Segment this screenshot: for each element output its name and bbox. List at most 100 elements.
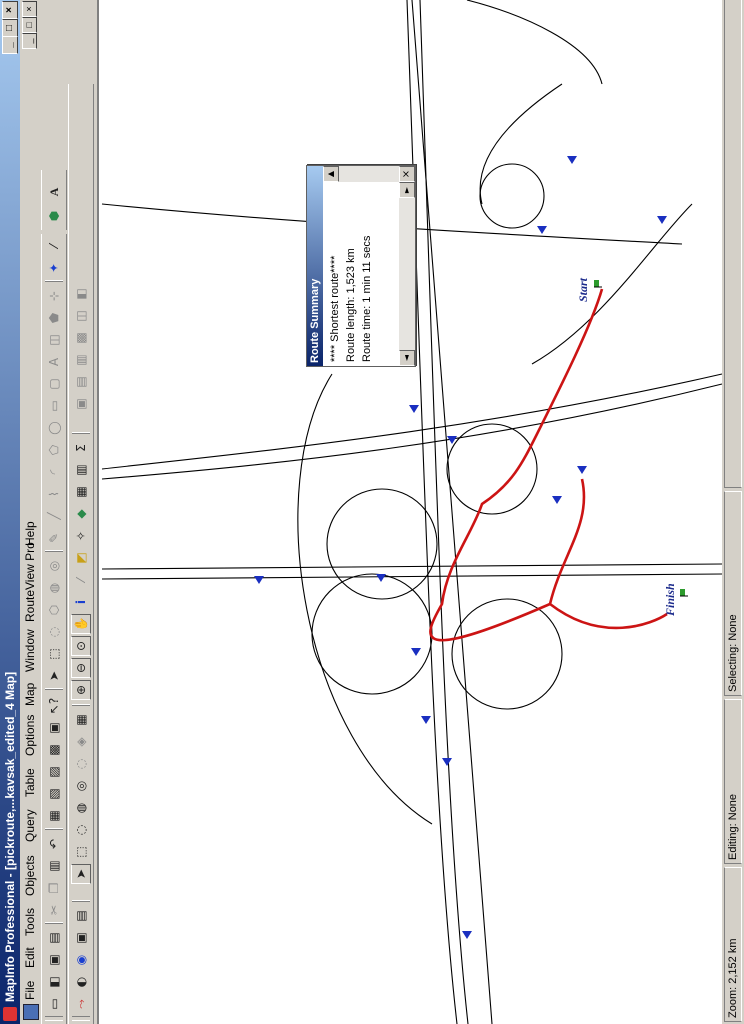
undo-icon[interactable]: ↶ [44, 834, 64, 854]
grabber-icon[interactable]: ✋ [71, 614, 91, 634]
editing-status[interactable]: Editing: None [724, 699, 742, 864]
table-view-icon[interactable]: ▣ [71, 394, 91, 414]
globe-icon[interactable]: ◉ [71, 950, 91, 970]
select-icon[interactable]: ➤ [44, 666, 64, 686]
marquee-tool-icon[interactable]: ⬚ [71, 842, 91, 862]
layers-icon[interactable]: ▣ [71, 928, 91, 948]
route-icon[interactable]: ⤳ [71, 994, 91, 1014]
radius-icon[interactable]: ◌ [44, 622, 64, 642]
scroll-left-icon[interactable]: ◄ [399, 350, 415, 366]
route-view-icon[interactable]: ◐ [71, 972, 91, 992]
boundary-icon[interactable]: ◍ [44, 578, 64, 598]
drag-icon[interactable]: ✎ [44, 528, 64, 548]
reshape-icon[interactable]: ⬟ [44, 308, 64, 328]
toolbar-grip[interactable] [72, 1016, 90, 1021]
layer-control-icon[interactable]: ◆ [71, 504, 91, 524]
maximize-button[interactable]: □ [2, 19, 18, 37]
unselect-tool-icon[interactable]: ◌ [71, 754, 91, 774]
node-tool-icon[interactable]: ◧ [71, 284, 91, 304]
route-summary-close-icon[interactable]: × [399, 166, 415, 182]
new-icon[interactable]: ▭ [44, 994, 64, 1014]
menu-tools[interactable]: Tools [23, 908, 37, 936]
save-icon[interactable]: ▣ [44, 950, 64, 970]
route-summary-hscroll[interactable]: ◄ ► [399, 182, 415, 366]
boundary-tool-icon[interactable]: ◎ [71, 776, 91, 796]
map-canvas[interactable] [99, 0, 723, 1024]
zoom-in-icon[interactable]: ⊕ [71, 680, 91, 700]
layout-icon[interactable]: ▩ [44, 740, 64, 760]
text-icon[interactable]: A [44, 352, 64, 372]
rounded-rect-icon[interactable]: ▢ [44, 374, 64, 394]
menu-query[interactable]: Query [23, 809, 37, 842]
selecting-status[interactable]: Selecting: None [724, 491, 742, 696]
label-tool-icon[interactable]: ⁄ [71, 570, 91, 590]
polygon-select-icon[interactable]: ⬡ [44, 600, 64, 620]
region-style-icon[interactable]: ⬢ [44, 206, 64, 226]
toolbar-grip[interactable] [45, 1016, 63, 1021]
mdi-minimize-button[interactable]: _ [22, 33, 37, 49]
select-tool-icon[interactable]: ➤ [71, 864, 91, 884]
invert-tool-icon[interactable]: ◈ [71, 732, 91, 752]
menu-routeview-pro[interactable]: RouteView Pro [23, 542, 37, 622]
statistics-icon[interactable]: ▦ [71, 482, 91, 502]
menu-file[interactable]: File [23, 981, 37, 1000]
rectangle-icon[interactable]: ▭ [44, 396, 64, 416]
info-tool-icon[interactable]: i [71, 592, 91, 612]
graph-tool-icon[interactable]: ▥ [71, 350, 91, 370]
route-summary-window[interactable]: Route Summary **** Shortest route**** Ro… [306, 165, 416, 367]
polygon-tool-icon[interactable]: ◍ [71, 798, 91, 818]
close-button[interactable]: × [2, 1, 18, 19]
polygon-icon[interactable]: ⬠ [44, 440, 64, 460]
change-view-icon[interactable]: ⊙ [71, 636, 91, 656]
menu-options[interactable]: Options [23, 715, 37, 756]
sum-icon[interactable]: Σ [71, 438, 91, 458]
line-style-icon[interactable]: ⁄ [44, 236, 64, 256]
menu-edit[interactable]: Edit [23, 947, 37, 968]
layout-tool-icon[interactable]: ▩ [71, 328, 91, 348]
legend-icon[interactable]: ▤ [71, 906, 91, 926]
route-summary-title[interactable]: Route Summary [307, 166, 323, 366]
add-node-icon[interactable]: ⊹ [44, 286, 64, 306]
help-pointer-icon[interactable]: ↖? [44, 696, 64, 716]
reshape-tool-icon[interactable]: ◫ [71, 306, 91, 326]
menu-table[interactable]: Table [23, 768, 37, 797]
radius-tool-icon[interactable]: ◌ [71, 820, 91, 840]
redistrict-icon[interactable]: ▣ [44, 718, 64, 738]
copy-icon[interactable]: ❐ [44, 878, 64, 898]
menu-help[interactable]: Help [23, 521, 37, 546]
map-window-icon[interactable]: ▧ [44, 784, 64, 804]
drag-window-icon[interactable]: ✧ [71, 526, 91, 546]
arrow-icon [409, 405, 419, 413]
graph-select-icon[interactable]: ▦ [71, 710, 91, 730]
marquee-icon[interactable]: ⬚ [44, 644, 64, 664]
open-icon[interactable]: ◧ [44, 972, 64, 992]
text-style-icon[interactable]: A [44, 182, 64, 202]
mdi-restore-button[interactable]: □ [22, 17, 37, 33]
line-icon[interactable]: ╱ [44, 506, 64, 526]
cut-icon[interactable]: ✂ [44, 900, 64, 920]
polyline-icon[interactable]: ⌇ [44, 484, 64, 504]
scroll-right-icon[interactable]: ► [399, 182, 415, 198]
map-layers-icon[interactable]: ▤ [71, 372, 91, 392]
document-icon[interactable] [23, 1004, 39, 1020]
minimize-button[interactable]: _ [2, 36, 18, 54]
browser-icon[interactable]: ▦ [44, 806, 64, 826]
arc-icon[interactable]: ◜ [44, 462, 64, 482]
symbol-style-icon[interactable]: ✦ [44, 258, 64, 278]
menu-objects[interactable]: Objects [23, 855, 37, 896]
clip-icon[interactable]: ▥ [71, 460, 91, 480]
scroll-up-icon[interactable]: ▲ [323, 166, 339, 182]
zoom-status[interactable]: Zoom: 2,152 km [724, 867, 742, 1022]
menu-map[interactable]: Map [23, 683, 37, 706]
print-icon[interactable]: ▤ [44, 928, 64, 948]
graph-icon[interactable]: ▨ [44, 762, 64, 782]
mdi-close-button[interactable]: × [22, 1, 37, 17]
paste-icon[interactable]: ▥ [44, 856, 64, 876]
frame-icon[interactable]: ◫ [44, 330, 64, 350]
ellipse-icon[interactable]: ◯ [44, 418, 64, 438]
ruler-icon[interactable]: ◩ [71, 548, 91, 568]
map-window[interactable]: Start Finish Route Summary **** Shortest… [97, 0, 723, 1024]
menu-window[interactable]: Window [23, 629, 37, 672]
zoom-out-icon[interactable]: ⊖ [71, 658, 91, 678]
unselect-icon[interactable]: ◎ [44, 556, 64, 576]
